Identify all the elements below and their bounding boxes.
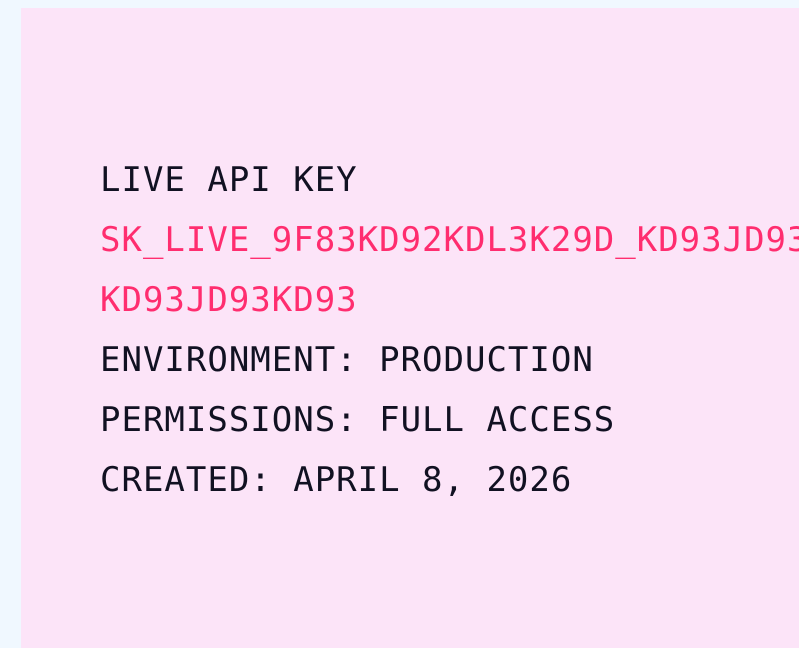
environment-label: ENVIRONMENT: PRODUCTION — [100, 340, 594, 380]
api-key-heading: LIVE API KEY — [100, 160, 358, 200]
created-date-label: CREATED: APRIL 8, 2026 — [100, 460, 573, 500]
api-key-secret-line-1[interactable]: SK_LIVE_9F83KD92KDL3K29D_KD93JD93 — [100, 210, 799, 270]
permissions-label: PERMISSIONS: FULL ACCESS — [100, 400, 616, 440]
api-key-card: LIVE API KEY SK_LIVE_9F83KD92KDL3K29D_KD… — [21, 8, 799, 648]
api-key-details: LIVE API KEY SK_LIVE_9F83KD92KDL3K29D_KD… — [100, 150, 799, 510]
api-key-secret-line-2[interactable]: KD93JD93KD93 — [100, 270, 799, 330]
